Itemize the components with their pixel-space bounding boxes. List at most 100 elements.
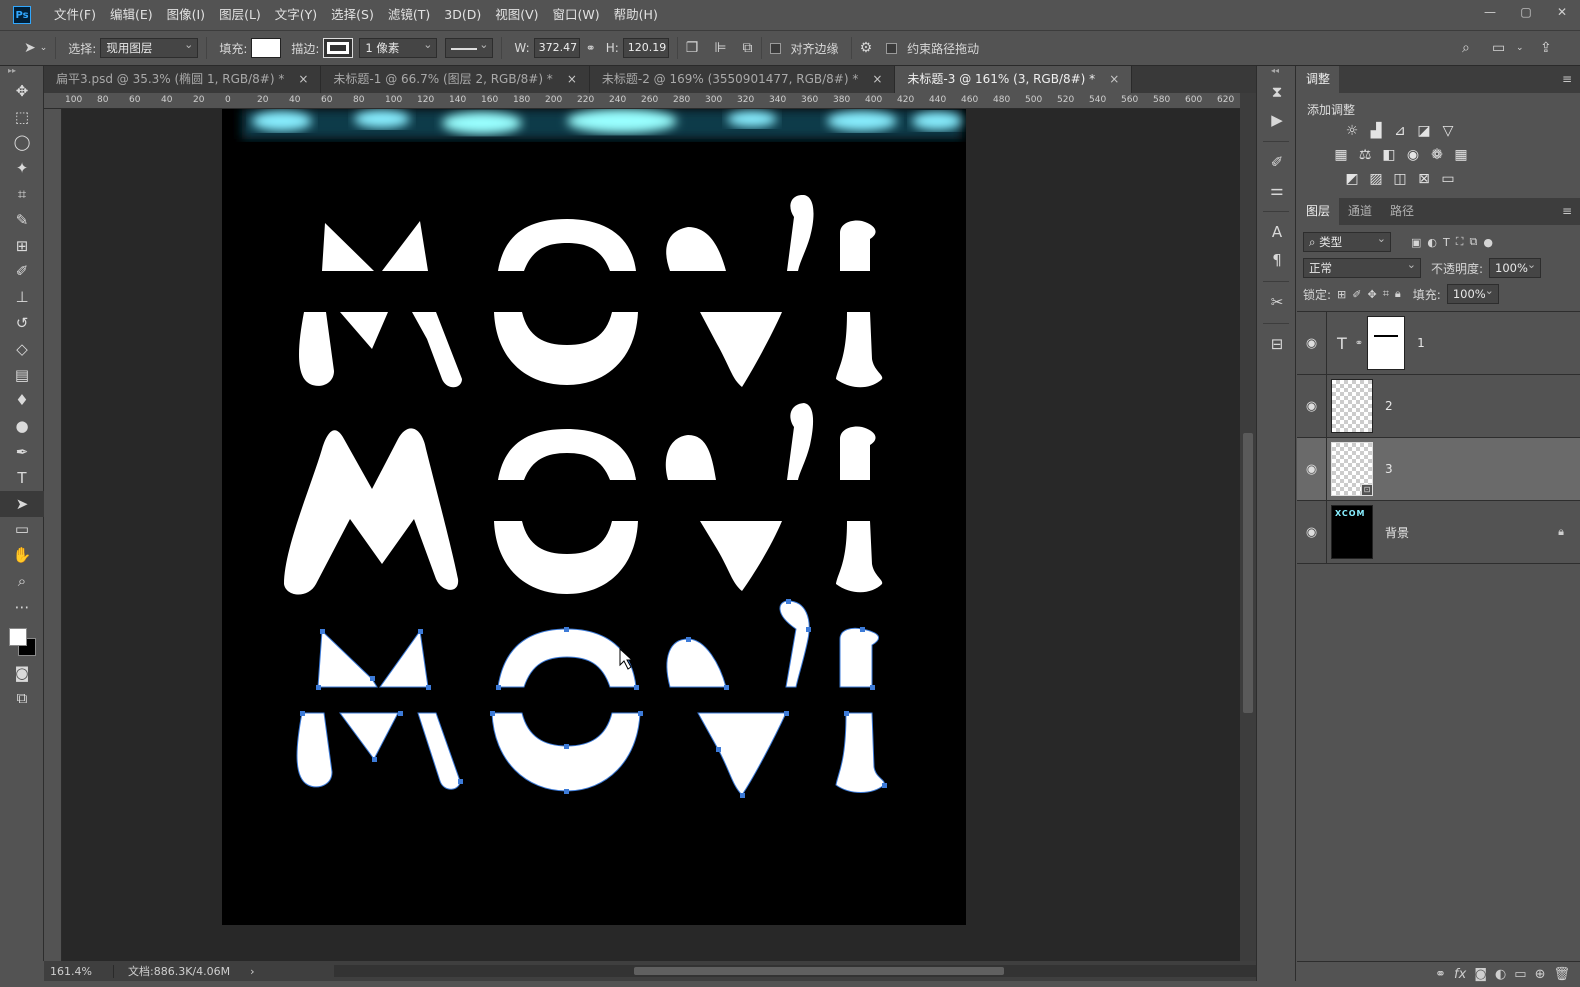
color-balance-icon[interactable]: ⚖ [1356, 146, 1374, 164]
marquee-tool-icon[interactable]: ⬚ [0, 104, 44, 130]
menu-edit[interactable]: 编辑(E) [103, 0, 160, 30]
link-dimensions-icon[interactable]: ⚭ [586, 41, 596, 55]
delete-layer-icon[interactable]: 🗑︎ [1553, 967, 1570, 982]
workspace-chevron-icon[interactable]: ⌄ [1516, 43, 1524, 53]
lock-all-icon[interactable]: 🔒︎ [1395, 287, 1401, 301]
add-mask-icon[interactable]: ◙ [1474, 967, 1487, 982]
eraser-tool-icon[interactable]: ◇ [0, 336, 44, 362]
filter-type-icon[interactable]: T [1443, 236, 1450, 249]
tab-channels[interactable]: 通道 [1339, 198, 1381, 225]
path-selection-tool-icon[interactable]: ➤ [0, 490, 44, 517]
filter-smart-object-icon[interactable]: ⧉ [1469, 235, 1477, 249]
tab-doc-3[interactable]: 未标题-2 @ 169% (3550901477, RGB/8#) * × [590, 66, 896, 93]
path-selection-tool-icon[interactable]: ➤ [24, 40, 36, 56]
lasso-tool-icon[interactable]: ◯ [0, 130, 44, 156]
lock-transparent-icon[interactable]: ⊞ [1337, 288, 1346, 301]
movi-row-3-selected-path[interactable] [296, 600, 885, 796]
tab-close-icon[interactable]: × [567, 66, 577, 93]
color-lookup-icon[interactable]: ▦ [1452, 146, 1470, 164]
libraries-icon[interactable]: ⊟ [1257, 330, 1297, 358]
new-adjustment-icon[interactable]: ◐ [1495, 967, 1506, 982]
history-icon[interactable]: ⧗ [1257, 78, 1297, 106]
new-group-icon[interactable]: ▭ [1514, 967, 1526, 982]
filter-pixel-icon[interactable]: ▣ [1411, 236, 1421, 249]
link-layers-icon[interactable]: ⚭ [1435, 967, 1446, 982]
posterize-icon[interactable]: ▨ [1367, 170, 1385, 188]
lock-position-icon[interactable]: ✥ [1367, 288, 1376, 301]
photoshop-logo-icon[interactable]: Ps [13, 6, 31, 24]
selective-color-icon[interactable]: ⊠ [1415, 170, 1433, 188]
fx-icon[interactable]: fx [1454, 967, 1466, 982]
v-top[interactable] [666, 638, 727, 688]
type-tool-icon[interactable]: T [0, 465, 44, 491]
document-info[interactable]: 文档:886.3K/4.06M [128, 963, 230, 979]
foreground-color-swatch[interactable] [9, 627, 27, 646]
canvas-area[interactable] [62, 109, 1240, 961]
width-field[interactable]: 372.47 | [533, 38, 580, 58]
visibility-eye-icon[interactable]: ◉ [1297, 500, 1327, 564]
new-layer-icon[interactable]: ⊕ [1535, 967, 1546, 982]
channel-mixer-icon[interactable]: ❁ [1428, 146, 1446, 164]
opacity-field[interactable]: 100% [1489, 256, 1542, 278]
select-layer-dropdown[interactable]: 现用图层 [100, 36, 199, 58]
tab-paths[interactable]: 路径 [1381, 198, 1423, 225]
tab-doc-2[interactable]: 未标题-1 @ 66.7% (图层 2, RGB/8#) * × [321, 66, 590, 93]
layer-name[interactable]: 1 [1417, 336, 1425, 350]
crop-tool-icon[interactable]: ⌗ [0, 181, 44, 207]
o-bottom[interactable] [491, 712, 641, 792]
layer-filter-dropdown[interactable]: ⌕ 类型 [1303, 230, 1391, 252]
layer-name[interactable]: 背景 [1385, 524, 1409, 541]
magic-wand-tool-icon[interactable]: ✦ [0, 155, 44, 181]
dodge-tool-icon[interactable]: ● [0, 413, 44, 439]
tab-close-icon[interactable]: × [872, 66, 882, 93]
gradient-tool-icon[interactable]: ▤ [0, 362, 44, 388]
stroke-color-swatch[interactable] [323, 38, 354, 58]
layer-row-1[interactable]: ◉ T ⚭ 1 [1297, 311, 1580, 375]
blur-tool-icon[interactable]: ♦ [0, 388, 44, 414]
layer-name[interactable]: 2 [1385, 399, 1393, 413]
properties-icon[interactable]: ⚌ [1257, 176, 1297, 204]
document-canvas[interactable] [222, 109, 966, 925]
tool-preset-chevron-icon[interactable]: ⌄ [40, 43, 48, 53]
lock-artboard-icon[interactable]: ⌗ [1383, 287, 1389, 301]
character-icon[interactable]: A [1257, 218, 1297, 246]
layer-mask-thumbnail[interactable] [1367, 316, 1406, 370]
tab-doc-4[interactable]: 未标题-3 @ 161% (3, RGB/8#) * × [895, 66, 1133, 93]
quick-mask-icon[interactable]: ◙ [0, 660, 44, 686]
screen-mode-icon[interactable]: ⧉ [0, 686, 44, 712]
panel-menu-icon[interactable]: ≡ [1562, 66, 1572, 93]
minimize-icon[interactable]: — [1472, 0, 1508, 24]
zoom-level[interactable]: 161.4% [44, 964, 114, 978]
menu-3d[interactable]: 3D(D) [437, 0, 488, 30]
curves-icon[interactable]: ⊿ [1391, 122, 1409, 140]
brush-tool-icon[interactable]: ✐ [0, 259, 44, 285]
constrain-path-checkbox[interactable] [886, 42, 898, 54]
scroll-thumb[interactable] [634, 967, 1004, 975]
horizontal-scrollbar[interactable] [334, 965, 1264, 977]
tab-close-icon[interactable]: × [298, 66, 308, 93]
vibrance-icon[interactable]: ▽ [1439, 122, 1457, 140]
exposure-icon[interactable]: ◪ [1415, 122, 1433, 140]
visibility-eye-icon[interactable]: ◉ [1297, 374, 1327, 438]
lock-pixels-icon[interactable]: ✐ [1352, 288, 1361, 301]
link-icon[interactable]: ⚭ [1355, 338, 1363, 349]
fill-field[interactable]: 100% [1446, 282, 1499, 304]
close-window-icon[interactable]: ✕ [1544, 0, 1580, 24]
paragraph-icon[interactable]: ¶ [1257, 246, 1297, 274]
m-bottom[interactable] [296, 712, 461, 790]
actions-play-icon[interactable]: ▶ [1257, 106, 1297, 134]
stroke-width-dropdown[interactable]: 1 像素 [359, 36, 438, 58]
hand-tool-icon[interactable]: ✋ [0, 542, 44, 568]
invert-icon[interactable]: ◩ [1343, 170, 1361, 188]
menu-type[interactable]: 文字(Y) [268, 0, 324, 30]
height-field[interactable]: 120.19 | [622, 38, 669, 58]
menu-window[interactable]: 窗口(W) [546, 0, 607, 30]
panel-collapse-icon[interactable]: ▸▸ [0, 66, 43, 78]
black-white-icon[interactable]: ◧ [1380, 146, 1398, 164]
threshold-icon[interactable]: ◫ [1391, 170, 1409, 188]
layer-row-background[interactable]: ◉ XCOM 背景 🔒︎ [1297, 500, 1580, 564]
layer-row-3[interactable]: ◉ ⊡ 3 [1297, 437, 1580, 501]
clone-stamp-tool-icon[interactable]: ⊥ [0, 284, 44, 310]
visibility-eye-icon[interactable]: ◉ [1297, 437, 1327, 501]
pen-tool-icon[interactable]: ✒ [0, 439, 44, 465]
